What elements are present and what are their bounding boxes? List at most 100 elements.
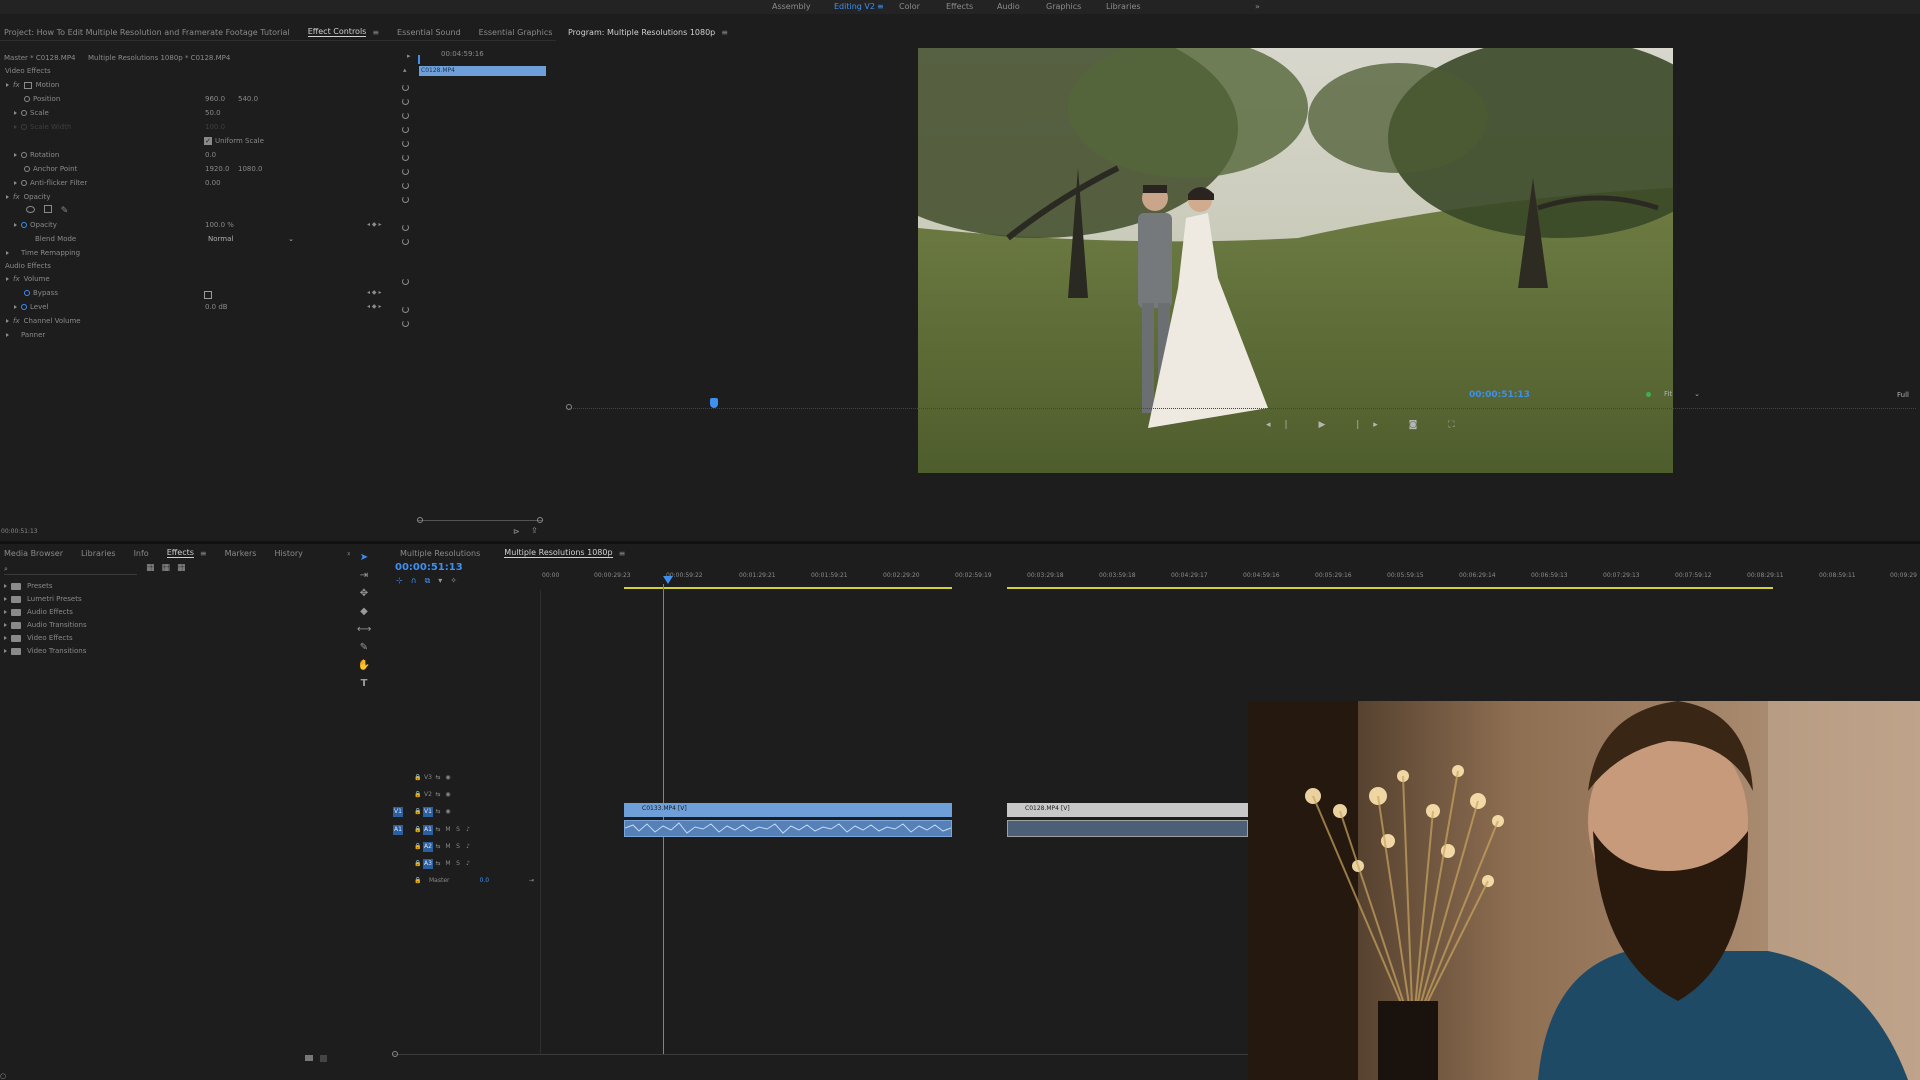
rectangle-mask-icon[interactable] xyxy=(43,205,52,213)
add-marker-icon[interactable]: ▾ xyxy=(438,576,450,585)
anchor-x-value[interactable]: 1920.0 xyxy=(205,165,230,177)
ec-mini-clip[interactable]: C0128.MP4 xyxy=(419,66,546,76)
32bit-effects-icon[interactable]: ▦ xyxy=(162,563,178,573)
stopwatch-icon[interactable] xyxy=(21,222,27,228)
stopwatch-icon[interactable] xyxy=(21,180,27,186)
reset-icon[interactable] xyxy=(402,238,409,245)
scrub-start-handle[interactable] xyxy=(566,404,572,410)
mic-icon[interactable]: ♪ xyxy=(463,825,473,835)
workspace-editing[interactable]: Editing V2 xyxy=(834,2,875,11)
position-x-value[interactable]: 960.0 xyxy=(205,95,225,107)
folder-lumetri-presets[interactable]: Lumetri Presets xyxy=(27,595,82,603)
workspace-color[interactable]: Color xyxy=(899,2,920,11)
bypass-checkbox[interactable] xyxy=(204,291,212,299)
clip-c0133-audio[interactable] xyxy=(624,820,952,837)
camera-icon[interactable]: ◙ xyxy=(1409,420,1432,430)
razor-tool-icon[interactable]: ◆ xyxy=(357,606,371,620)
keyframe-nav-icon[interactable]: ◂ ◆ ▸ xyxy=(367,289,381,301)
folder-presets[interactable]: Presets xyxy=(27,582,52,590)
nest-icon[interactable]: ⊹ xyxy=(396,576,411,585)
ec-playhead[interactable] xyxy=(418,55,420,64)
program-scrub-bar[interactable] xyxy=(566,408,1916,411)
lock-icon[interactable]: 🔒 xyxy=(413,807,423,817)
stopwatch-icon[interactable] xyxy=(24,166,30,172)
export-icon[interactable]: ⇪ xyxy=(531,526,538,535)
program-timecode[interactable]: 00:00:51:13 xyxy=(1469,390,1530,400)
uniform-scale-checkbox[interactable]: ✓ xyxy=(204,137,212,145)
scroll-handle[interactable] xyxy=(392,1051,398,1057)
panel-menu-icon[interactable]: ≡ xyxy=(372,28,379,37)
tab-history[interactable]: History xyxy=(274,549,302,558)
new-bin-icon[interactable] xyxy=(305,1055,313,1061)
selection-tool-icon[interactable]: ➤ xyxy=(357,552,371,566)
source-patch-v1[interactable]: V1 xyxy=(393,807,403,817)
timeline-timecode[interactable]: 00:00:51:13 xyxy=(395,562,463,573)
reset-icon[interactable] xyxy=(402,168,409,175)
work-area-bar[interactable] xyxy=(624,587,952,589)
mute-button[interactable]: M xyxy=(443,825,453,835)
sequence-menu-icon[interactable]: ≡ xyxy=(619,549,626,558)
clip-c0128-video[interactable]: C0128.MP4 [V] xyxy=(1007,803,1248,817)
pen-tool-icon[interactable]: ✎ xyxy=(357,642,371,656)
sequence-clip-label[interactable]: Multiple Resolutions 1080p * C0128.MP4 xyxy=(88,54,230,66)
tab-effects[interactable]: Effects xyxy=(166,548,194,558)
stopwatch-icon[interactable] xyxy=(24,96,30,102)
timeline-playhead-handle[interactable] xyxy=(663,576,673,584)
workspace-graphics[interactable]: Graphics xyxy=(1046,2,1081,11)
zoom-handle-left[interactable] xyxy=(417,517,423,523)
tab-info[interactable]: Info xyxy=(134,549,149,558)
motion-transform-icon[interactable] xyxy=(23,81,32,89)
track-label[interactable]: V3 xyxy=(423,773,433,783)
sync-lock-icon[interactable]: ⇆ xyxy=(433,825,443,835)
lock-icon[interactable]: 🔒 xyxy=(413,825,423,835)
track-select-tool-icon[interactable]: ⇥ xyxy=(357,570,371,584)
step-forward-icon[interactable]: |▸ xyxy=(1356,420,1392,430)
level-value[interactable]: 0.0 dB xyxy=(205,303,228,315)
folder-audio-transitions[interactable]: Audio Transitions xyxy=(27,621,87,629)
eye-icon[interactable]: ◉ xyxy=(443,773,453,783)
mute-button[interactable]: M xyxy=(443,859,453,869)
sync-lock-icon[interactable]: ⇆ xyxy=(433,859,443,869)
type-tool-icon[interactable]: T xyxy=(357,678,371,692)
tab-effect-controls[interactable]: Effect Controls xyxy=(307,27,367,37)
reset-icon[interactable] xyxy=(402,154,409,161)
eye-icon[interactable]: ◉ xyxy=(443,807,453,817)
tab-sequence-multiple-resolutions[interactable]: Multiple Resolutions xyxy=(400,549,480,558)
master-clip-label[interactable]: Master * C0128.MP4 xyxy=(4,54,76,66)
timeline-playhead-line[interactable] xyxy=(663,584,664,1054)
antiflicker-value[interactable]: 0.00 xyxy=(205,179,221,191)
workspace-libraries[interactable]: Libraries xyxy=(1106,2,1141,11)
tab-essential-graphics[interactable]: Essential Graphics xyxy=(479,28,553,37)
lock-icon[interactable]: 🔒 xyxy=(413,859,423,869)
sync-lock-icon[interactable]: ⇆ xyxy=(433,842,443,852)
tab-media-browser[interactable]: Media Browser xyxy=(4,549,63,558)
reset-icon[interactable] xyxy=(402,224,409,231)
folder-video-effects[interactable]: Video Effects xyxy=(27,634,73,642)
mic-icon[interactable]: ♪ xyxy=(463,859,473,869)
play-icon[interactable]: ▶ xyxy=(1318,420,1339,430)
reset-icon[interactable] xyxy=(402,182,409,189)
fullscreen-icon[interactable]: ⛶ xyxy=(1448,420,1468,430)
rotation-value[interactable]: 0.0 xyxy=(205,151,216,163)
track-label[interactable]: A1 xyxy=(423,825,433,835)
opacity-value[interactable]: 100.0 % xyxy=(205,221,234,233)
lock-icon[interactable]: 🔒 xyxy=(413,842,423,852)
reset-icon[interactable] xyxy=(402,98,409,105)
master-value[interactable]: 0.0 xyxy=(480,877,490,884)
snap-icon[interactable]: ∩ xyxy=(411,576,425,585)
yuv-effects-icon[interactable]: ▦ xyxy=(177,563,193,573)
solo-button[interactable]: S xyxy=(453,842,463,852)
work-area-bar[interactable] xyxy=(1007,587,1773,589)
source-patch-a1[interactable]: A1 xyxy=(393,825,403,835)
zoom-handle-right[interactable] xyxy=(537,517,543,523)
effects-search-input[interactable]: ⌕ xyxy=(4,565,137,575)
track-label[interactable]: V2 xyxy=(423,790,433,800)
track-label[interactable]: V1 xyxy=(423,807,433,817)
keyframe-nav-icon[interactable]: ◂ ◆ ▸ xyxy=(367,303,381,315)
reset-icon[interactable] xyxy=(402,112,409,119)
track-label[interactable]: A3 xyxy=(423,859,433,869)
stopwatch-icon[interactable] xyxy=(21,152,27,158)
program-playhead[interactable] xyxy=(710,398,718,408)
clip-c0133-video[interactable]: C0133.MP4 [V] xyxy=(624,803,952,817)
lock-icon[interactable]: 🔒 xyxy=(413,790,423,800)
